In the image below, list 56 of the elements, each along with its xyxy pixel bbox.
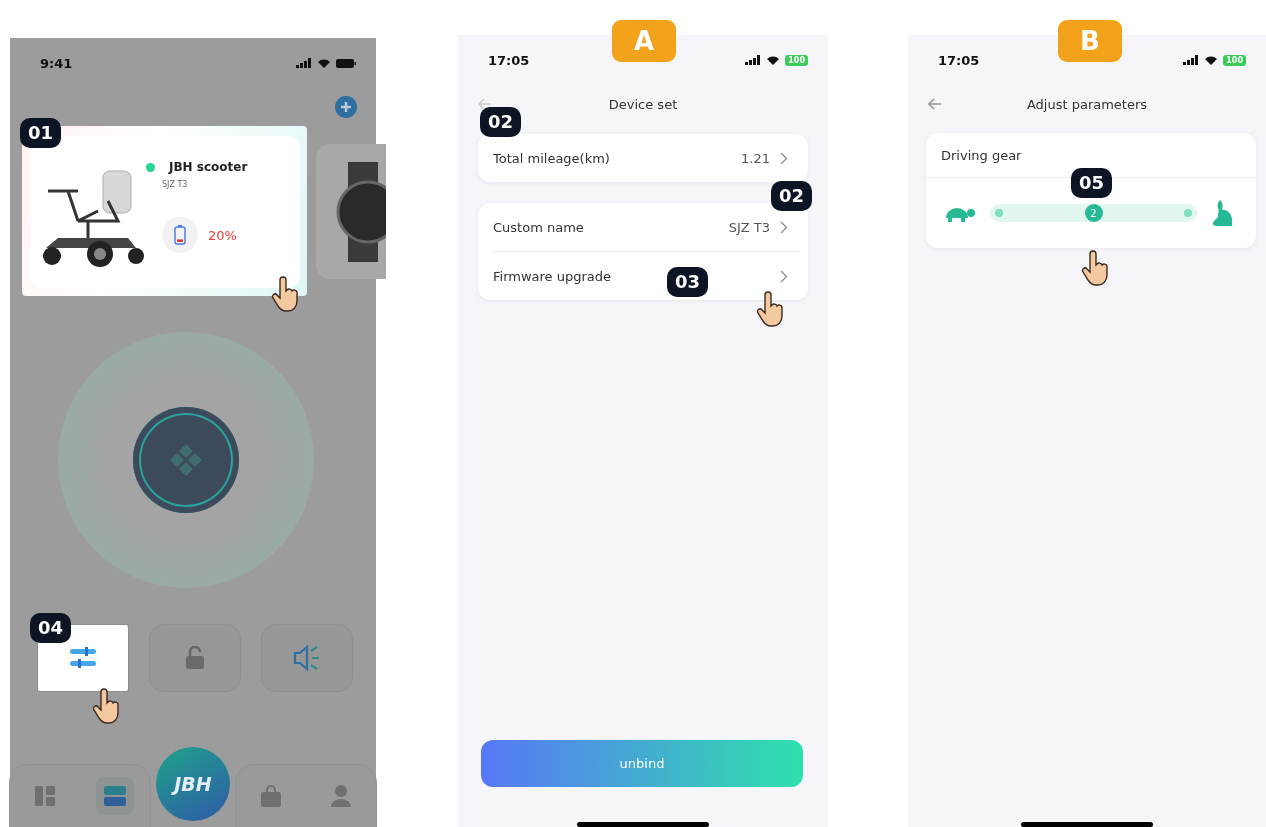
step-callout: 05 xyxy=(1071,168,1113,198)
pointer-hand-icon xyxy=(92,688,122,724)
screen-label: B xyxy=(1058,20,1122,62)
device-card[interactable] xyxy=(316,144,386,279)
setting-value: SJZ T3 xyxy=(728,219,770,235)
battery-percentage: 20% xyxy=(208,227,237,243)
screen-title: Adjust parameters xyxy=(1026,96,1148,112)
back-arrow-icon[interactable] xyxy=(478,98,492,110)
status-time: 9:41 xyxy=(40,55,73,71)
unbind-button[interactable]: unbind xyxy=(481,740,803,787)
chevron-right-icon xyxy=(780,220,788,234)
person-icon xyxy=(331,785,351,807)
gear-slider[interactable]: 2 xyxy=(990,204,1197,222)
setting-label: Total mileage(km) xyxy=(493,150,610,166)
sliders-icon xyxy=(70,647,96,669)
battery-icon xyxy=(174,225,186,245)
grid-icon xyxy=(35,786,55,806)
step-callout: 04 xyxy=(30,613,72,643)
wifi-icon xyxy=(1204,54,1219,66)
tab-bar-tab[interactable] xyxy=(96,777,134,815)
step-callout: 02 xyxy=(771,181,813,211)
chevron-right-icon xyxy=(780,151,788,165)
battery-icon xyxy=(336,58,356,68)
speaker-icon xyxy=(293,645,321,671)
device-model: SJZ T3 xyxy=(162,180,189,189)
signal-icon xyxy=(745,55,762,65)
status-time: 17:05 xyxy=(938,52,980,68)
signal-icon xyxy=(296,58,312,68)
pointer-hand-icon xyxy=(1081,250,1111,286)
step-callout: 02 xyxy=(480,107,522,137)
battery-level: 100 xyxy=(1223,54,1246,66)
wifi-icon xyxy=(766,54,781,66)
wifi-icon xyxy=(317,57,331,69)
shopping-bag-icon xyxy=(261,785,281,807)
pointer-hand-icon xyxy=(756,291,786,327)
battery-level: 100 xyxy=(785,54,808,66)
track-stop-dot xyxy=(995,209,1003,217)
status-time: 17:05 xyxy=(488,52,530,68)
add-icon[interactable] xyxy=(335,96,357,118)
slider-thumb[interactable]: 2 xyxy=(1084,204,1103,222)
chevron-right-icon xyxy=(780,269,788,283)
setting-label: Custom name xyxy=(493,219,584,235)
setting-label: Firmware upgrade xyxy=(493,268,611,284)
brand-logo-button[interactable]: JBH xyxy=(156,747,230,821)
unlocked-padlock-icon xyxy=(185,646,205,670)
list-icon xyxy=(104,786,126,806)
signal-icon xyxy=(1183,55,1200,65)
step-callout: 03 xyxy=(667,267,709,297)
screen-label: A xyxy=(612,20,676,62)
device-name: JBH scooter xyxy=(169,160,248,174)
card-title: Driving gear xyxy=(940,147,1023,165)
setting-value: 1.21 xyxy=(741,150,770,166)
track-stop-dot xyxy=(1184,209,1192,217)
step-callout: 01 xyxy=(20,118,62,148)
pointer-hand-icon xyxy=(271,276,301,312)
screen-title: Device set xyxy=(608,96,678,112)
